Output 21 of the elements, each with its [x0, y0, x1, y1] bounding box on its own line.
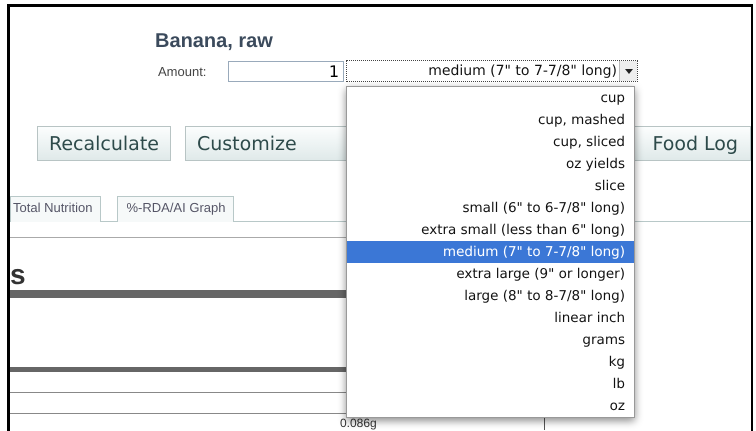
menu-option[interactable]: cup — [347, 87, 634, 109]
amount-label: Amount: — [158, 64, 208, 78]
menu-option[interactable]: lb — [347, 373, 634, 395]
action-button[interactable]: Recalculate — [37, 126, 171, 161]
menu-option[interactable]: medium (7" to 7-7/8" long) — [347, 241, 634, 263]
section-heading: s — [10, 260, 26, 290]
caret-icon — [624, 68, 632, 74]
tab[interactable]: %-RDA/AI Graph — [117, 196, 234, 222]
menu-option[interactable]: grams — [347, 329, 634, 351]
menu-option[interactable]: oz — [347, 395, 634, 417]
menu-option[interactable]: kg — [347, 351, 634, 373]
menu-option[interactable]: small (6" to 6-7/8" long) — [347, 197, 634, 219]
tab[interactable]: Total Nutrition — [10, 196, 102, 222]
menu-option[interactable]: large (8" to 8-7/8" long) — [347, 285, 634, 307]
menu-option[interactable]: linear inch — [347, 307, 634, 329]
amount-field[interactable]: 1 — [228, 60, 344, 82]
unit-select[interactable]: medium (7" to 7-7/8" long) — [346, 60, 638, 82]
menu-option[interactable]: slice — [347, 175, 634, 197]
food-title: Banana, raw — [155, 29, 274, 53]
menu-option[interactable]: extra large (9" or longer) — [347, 263, 634, 285]
menu-option[interactable]: extra small (less than 6" long) — [347, 219, 634, 241]
